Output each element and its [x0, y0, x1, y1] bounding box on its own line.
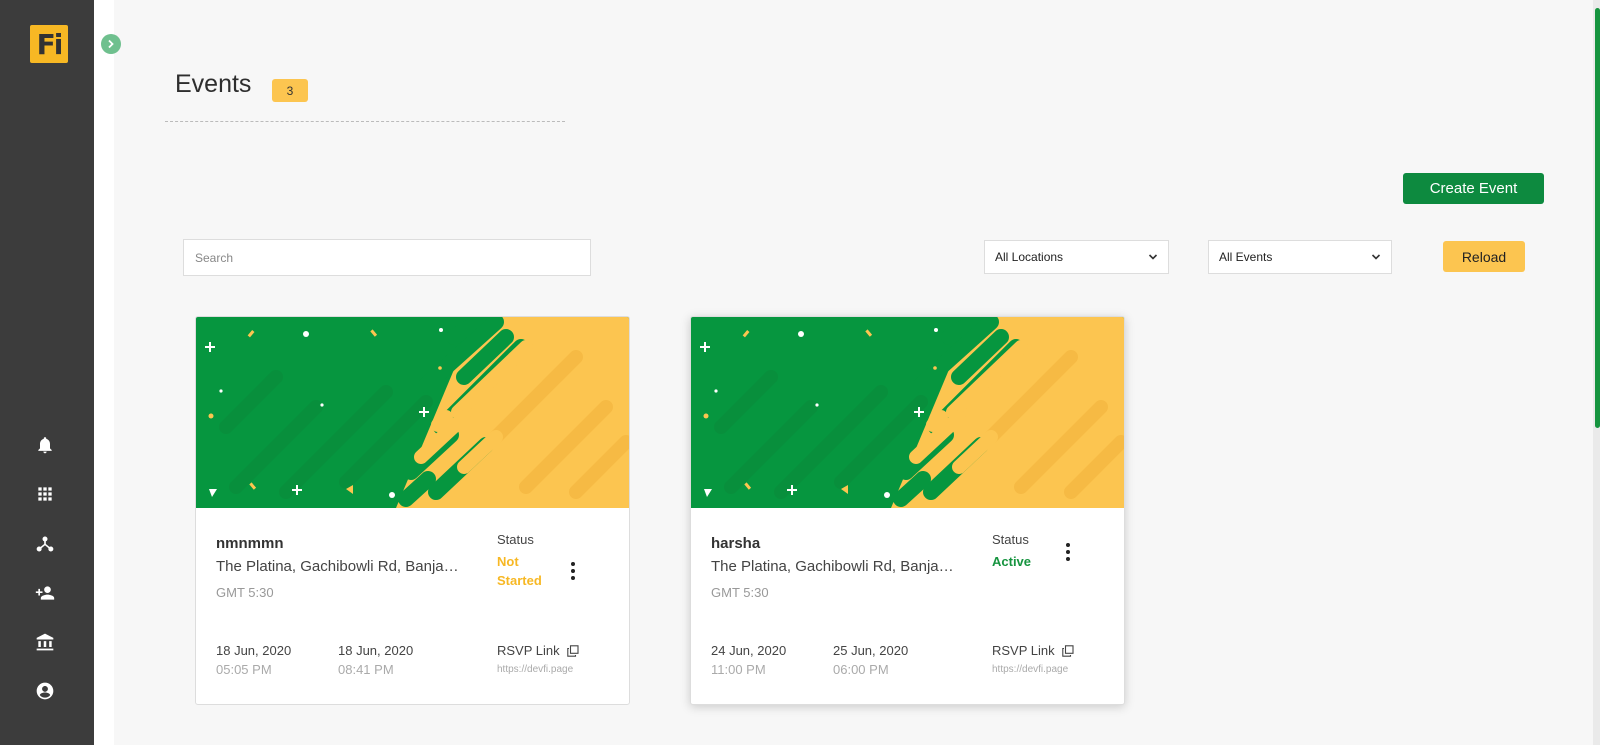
- reload-button[interactable]: Reload: [1443, 241, 1525, 272]
- end-time: 08:41 PM: [338, 662, 394, 677]
- app-logo[interactable]: Fi: [30, 25, 68, 63]
- event-location: The Platina, Gachibowli Rd, Banjara Hill…: [216, 558, 461, 575]
- more-options-icon[interactable]: [1060, 541, 1076, 563]
- chevron-down-icon: [1148, 254, 1158, 260]
- rsvp-url[interactable]: https://devfi.page: [497, 664, 589, 675]
- end-time: 06:00 PM: [833, 662, 889, 677]
- bell-icon[interactable]: [34, 434, 56, 456]
- status-label: Status: [992, 532, 1029, 547]
- start-time: 05:05 PM: [216, 662, 272, 677]
- event-card[interactable]: nmnmmn The Platina, Gachibowli Rd, Banja…: [195, 316, 630, 705]
- start-date: 24 Jun, 2020: [711, 643, 787, 658]
- event-banner-image: [691, 317, 1124, 508]
- sidebar: Fi: [0, 0, 94, 745]
- start-time: 11:00 PM: [711, 662, 766, 677]
- event-card[interactable]: harsha The Platina, Gachibowli Rd, Banja…: [690, 316, 1125, 705]
- search-input[interactable]: [183, 239, 591, 276]
- copy-icon[interactable]: [566, 644, 579, 657]
- user-circle-icon[interactable]: [34, 680, 56, 702]
- rsvp-label: RSVP Link: [992, 643, 1055, 658]
- sidebar-gutter: [94, 0, 114, 745]
- event-count-badge: 3: [272, 79, 308, 102]
- end-date: 25 Jun, 2020: [833, 643, 909, 658]
- rsvp-label: RSVP Link: [497, 643, 560, 658]
- page-title: Events: [175, 70, 252, 98]
- end-date: 18 Jun, 2020: [338, 643, 414, 658]
- grid-icon[interactable]: [34, 483, 56, 505]
- chevron-right-icon: [108, 39, 114, 49]
- create-event-button[interactable]: Create Event: [1403, 173, 1544, 204]
- bank-icon[interactable]: [34, 631, 56, 653]
- hierarchy-icon[interactable]: [34, 533, 56, 555]
- copy-icon[interactable]: [1061, 644, 1074, 657]
- more-options-icon[interactable]: [565, 560, 581, 582]
- event-filter-value: All Events: [1219, 250, 1273, 264]
- chevron-down-icon: [1371, 254, 1381, 260]
- scrollbar-thumb[interactable]: [1595, 8, 1600, 428]
- rsvp-link: RSVP Link: [992, 643, 1074, 658]
- event-name: nmnmmn: [216, 535, 284, 552]
- status-value: Not Started: [497, 554, 542, 588]
- status-label: Status: [497, 532, 534, 547]
- start-date: 18 Jun, 2020: [216, 643, 292, 658]
- person-add-icon[interactable]: [34, 582, 56, 604]
- event-filter-select[interactable]: All Events: [1208, 240, 1392, 274]
- status-value: Active: [992, 554, 1032, 569]
- rsvp-link: RSVP Link: [497, 643, 579, 658]
- location-filter-value: All Locations: [995, 250, 1064, 264]
- event-location: The Platina, Gachibowli Rd, Banjara Hill…: [711, 558, 956, 575]
- title-divider: [165, 121, 565, 122]
- event-name: harsha: [711, 535, 761, 552]
- event-timezone: GMT 5:30: [216, 585, 274, 600]
- event-timezone: GMT 5:30: [711, 585, 769, 600]
- location-filter-select[interactable]: All Locations: [984, 240, 1169, 274]
- expand-sidebar-button[interactable]: [101, 34, 121, 54]
- event-banner-image: [196, 317, 629, 508]
- rsvp-url[interactable]: https://devfi.page: [992, 664, 1084, 675]
